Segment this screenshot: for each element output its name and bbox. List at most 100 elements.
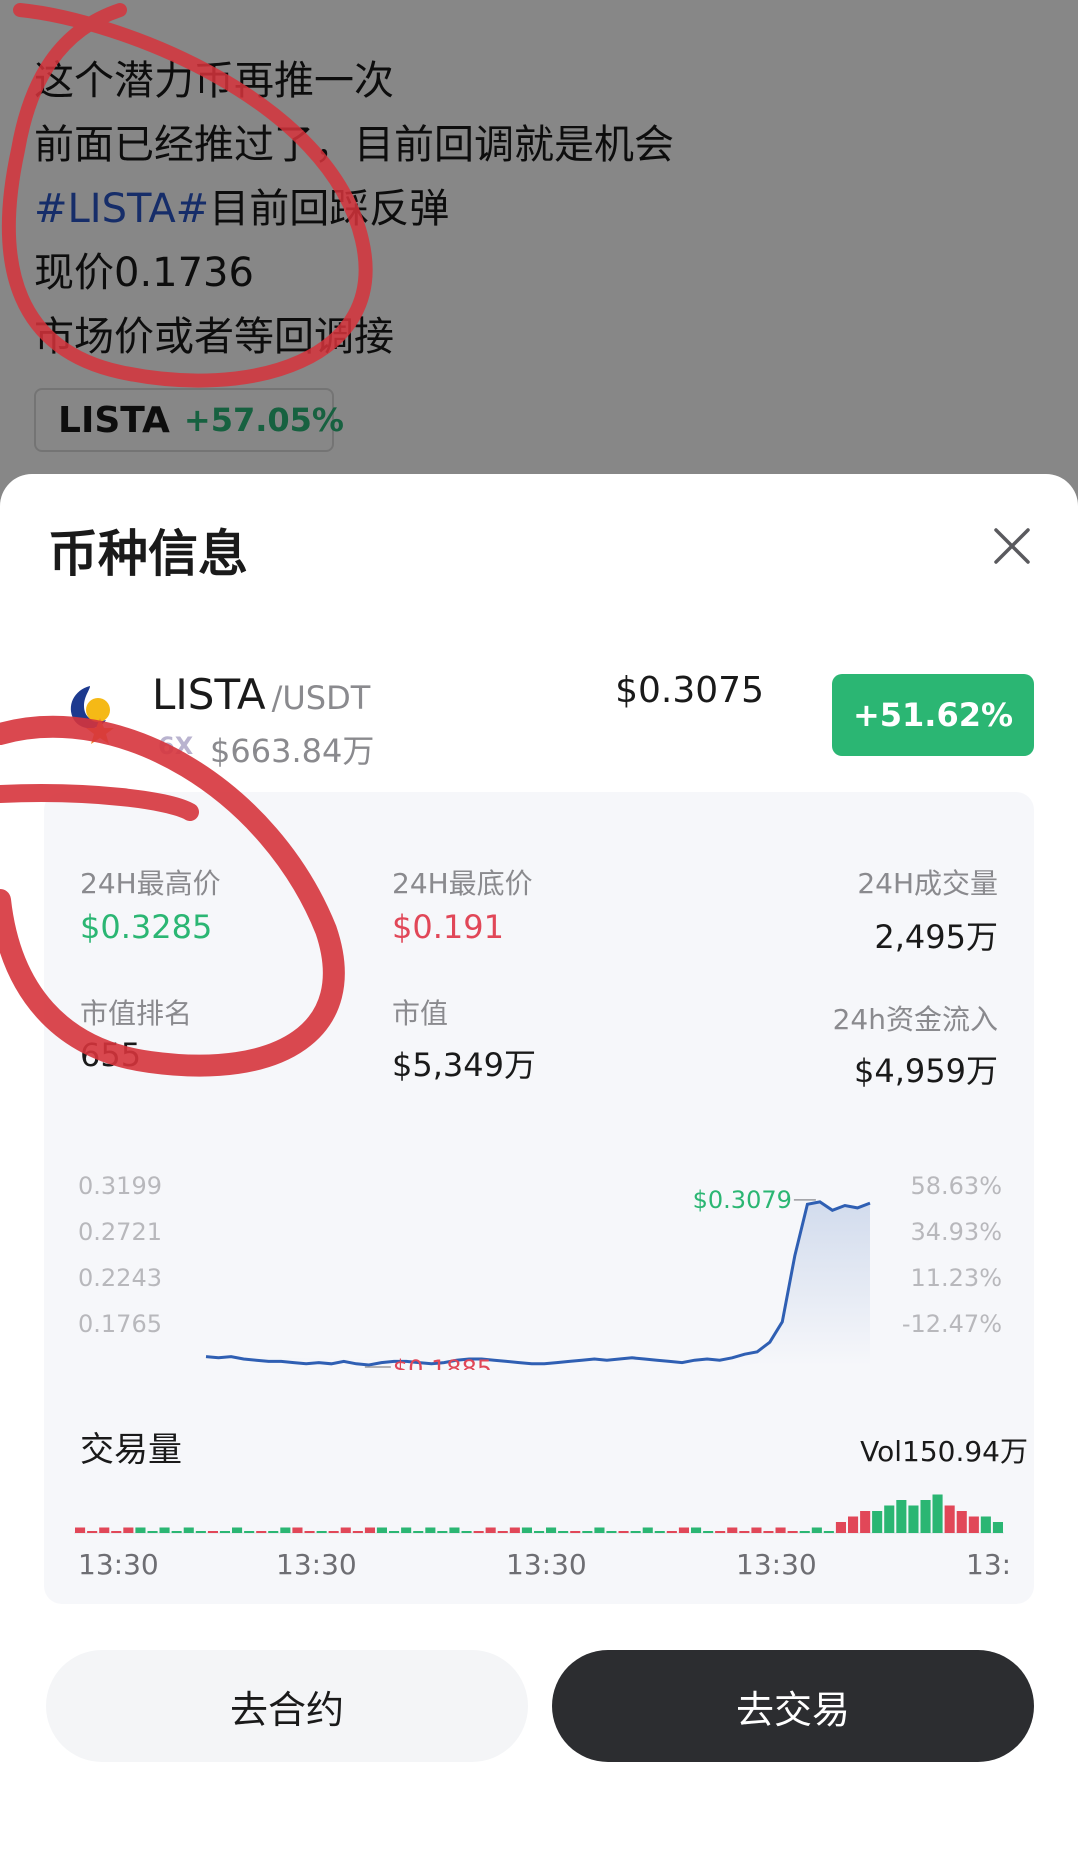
low-label: 24H最底价	[392, 867, 533, 900]
volume-bar	[848, 1516, 859, 1533]
sheet-title: 币种信息	[48, 525, 248, 583]
pair-base: LISTA	[152, 670, 266, 719]
time-tick: 13:30	[78, 1548, 159, 1581]
volume-bar	[328, 1531, 339, 1533]
volume-bar	[364, 1527, 375, 1533]
volume-bar	[304, 1531, 315, 1533]
volume-title: 交易量	[80, 1430, 182, 1470]
turnover-value: 2,495万	[874, 918, 998, 956]
volume-bar	[896, 1500, 907, 1533]
volume-bar	[437, 1531, 448, 1533]
volume-bar	[992, 1522, 1003, 1533]
volume-bar	[763, 1531, 774, 1533]
close-icon[interactable]	[988, 522, 1036, 570]
inflow-label: 24h资金流入	[832, 1003, 998, 1036]
y-right-tick: 11.23%	[910, 1264, 1002, 1292]
modal-overlay[interactable]	[0, 0, 1078, 520]
volume-bar	[232, 1527, 243, 1533]
volume-bar	[280, 1527, 291, 1533]
volume-bar	[352, 1531, 363, 1533]
lista-coin-icon	[60, 680, 124, 744]
volume-bar	[159, 1527, 170, 1533]
volume-bar	[219, 1531, 230, 1533]
volume-bars	[74, 1494, 1004, 1534]
time-tick: 13:30	[736, 1548, 817, 1581]
volume-bar	[316, 1531, 327, 1533]
volume-bar	[256, 1531, 267, 1533]
volume-bar	[678, 1527, 689, 1533]
volume-bar	[292, 1527, 303, 1533]
volume-bar	[606, 1531, 617, 1533]
trade-button[interactable]: 去交易	[552, 1650, 1034, 1762]
volume-bar	[425, 1527, 436, 1533]
price-line	[205, 1200, 871, 1367]
inflow-value: $4,959万	[854, 1052, 998, 1090]
volume-bar	[268, 1531, 279, 1533]
volume-bar	[207, 1531, 218, 1533]
volume-bar	[521, 1527, 532, 1533]
volume-bar	[171, 1531, 182, 1533]
time-tick: 13:	[966, 1548, 1012, 1581]
high-value: $0.3285	[80, 908, 213, 946]
volume-bar	[654, 1531, 665, 1533]
volume-bar	[751, 1527, 762, 1533]
volume-bar	[703, 1531, 714, 1533]
price-change-badge[interactable]: +51.62%	[832, 674, 1034, 756]
volume-bar	[99, 1527, 110, 1533]
volume-bar	[195, 1531, 206, 1533]
mcap-value: $5,349万	[392, 1046, 536, 1084]
volume-bar	[799, 1531, 810, 1533]
volume-bar	[389, 1531, 400, 1533]
volume-bar	[787, 1531, 798, 1533]
volume-bar	[908, 1505, 919, 1533]
time-tick: 13:30	[276, 1548, 357, 1581]
volume-bar	[582, 1531, 593, 1533]
mcap-label: 市值	[392, 997, 449, 1030]
volume-bar	[183, 1527, 194, 1533]
volume-bar	[461, 1531, 472, 1533]
volume-bar	[473, 1531, 484, 1533]
volume-bar	[835, 1522, 846, 1533]
volume-bar	[449, 1527, 460, 1533]
price-line-chart[interactable]: $0.3079 $0.1885	[150, 1170, 890, 1370]
y-right-tick: 34.93%	[910, 1218, 1002, 1246]
volume-bar	[932, 1494, 943, 1533]
y-right-tick: -12.47%	[901, 1310, 1002, 1338]
volume-bar	[509, 1527, 520, 1533]
volume-bar	[666, 1531, 677, 1533]
volume-bar	[111, 1531, 122, 1533]
pair-quote: /USDT	[271, 679, 371, 717]
volume-bar	[546, 1527, 557, 1533]
volume-bar	[920, 1500, 931, 1533]
coin-info-sheet: 币种信息 LISTA/USDT 6X $663.84万 $0.3075 +51.…	[0, 474, 1078, 1874]
y-right-tick: 58.63%	[910, 1172, 1002, 1200]
volume-bar	[135, 1527, 146, 1533]
leverage-badge: 6X	[158, 732, 194, 760]
volume-bar	[147, 1531, 158, 1533]
coin-price: $0.3075	[615, 670, 764, 711]
volume-bar	[340, 1527, 351, 1533]
chart-high-label: $0.3079	[693, 1186, 792, 1214]
volume-bar	[739, 1531, 750, 1533]
volume-bar	[715, 1531, 726, 1533]
rank-label: 市值排名	[80, 997, 193, 1030]
volume-bar	[244, 1531, 255, 1533]
volume-bar	[884, 1505, 895, 1533]
futures-button[interactable]: 去合约	[46, 1650, 528, 1762]
volume-bar	[558, 1531, 569, 1533]
rank-value: 655	[80, 1036, 142, 1074]
volume-bar	[968, 1516, 979, 1533]
low-value: $0.191	[392, 908, 504, 946]
volume-bar	[87, 1531, 98, 1533]
trading-pair: LISTA/USDT	[152, 670, 370, 719]
volume-bar	[944, 1505, 955, 1533]
time-tick: 13:30	[506, 1548, 587, 1581]
volume-bar	[956, 1511, 967, 1533]
volume-bar	[534, 1531, 545, 1533]
volume-bar	[691, 1527, 702, 1533]
volume-bar	[775, 1527, 786, 1533]
volume-bar	[811, 1527, 822, 1533]
volume-bar	[401, 1527, 412, 1533]
volume-bar	[630, 1531, 641, 1533]
coin-volume: $663.84万	[210, 732, 375, 770]
